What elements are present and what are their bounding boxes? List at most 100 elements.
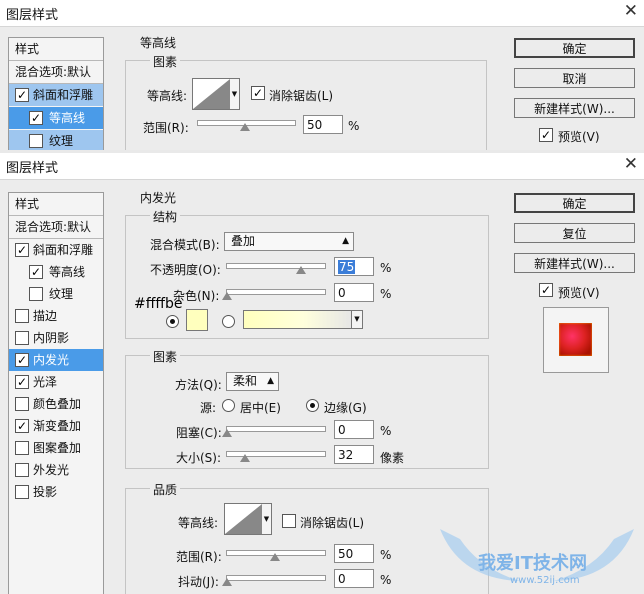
texture-item[interactable]: 纹理	[9, 283, 103, 305]
color-overlay-checkbox[interactable]	[15, 397, 29, 411]
satin-item[interactable]: ✓ 光泽	[9, 371, 103, 393]
contour-item[interactable]: ✓ 等高线	[9, 261, 103, 283]
pattern-overlay-checkbox[interactable]	[15, 441, 29, 455]
source-label: 源:	[200, 401, 217, 415]
contour-checkbox[interactable]: ✓	[29, 265, 43, 279]
preview-checkbox[interactable]: ✓	[539, 128, 553, 142]
solid-color-radio[interactable]	[166, 315, 179, 328]
size-unit: 像素	[380, 451, 405, 465]
jitter-percent: %	[380, 573, 392, 587]
jitter-label: 抖动(J):	[178, 575, 219, 589]
choke-input[interactable]: 0	[334, 420, 374, 439]
close-icon[interactable]: ✕	[624, 154, 638, 174]
source-edge-label: 边缘(G)	[324, 401, 367, 415]
stroke-checkbox[interactable]	[15, 309, 29, 323]
choke-percent: %	[380, 424, 392, 438]
styles-header[interactable]: 样式	[9, 193, 109, 215]
structure-title: 结构	[150, 208, 181, 225]
updown-arrows-icon: ▲	[342, 236, 349, 246]
bevel-emboss-item[interactable]: ✓ 斜面和浮雕	[9, 239, 103, 261]
inner-shadow-item[interactable]: 内阴影	[9, 327, 103, 349]
noise-slider[interactable]	[226, 289, 326, 295]
contour-dropdown-icon[interactable]: ▼	[230, 78, 240, 110]
preview-checkbox[interactable]: ✓	[539, 283, 553, 297]
drop-shadow-checkbox[interactable]	[15, 485, 29, 499]
opacity-slider[interactable]	[226, 263, 326, 269]
gradient-dropdown-icon[interactable]: ▼	[351, 310, 363, 329]
gradient-overlay-item[interactable]: ✓ 渐变叠加	[9, 415, 103, 437]
styles-header[interactable]: 样式	[9, 38, 109, 60]
texture-item[interactable]: 纹理	[9, 130, 103, 150]
contour-item[interactable]: ✓ 等高线	[9, 107, 103, 129]
inner-glow-item[interactable]: ✓ 内发光	[9, 349, 103, 371]
glow-color-swatch[interactable]	[186, 309, 208, 331]
watermark-text: 我爱IT技术网	[478, 553, 587, 574]
preview-label: 预览(V)	[558, 130, 600, 144]
antialias-label: 消除锯齿(L)	[269, 89, 334, 103]
drop-shadow-item[interactable]: 投影	[9, 481, 103, 503]
quality-antialias-checkbox[interactable]	[282, 514, 296, 528]
section-title: 等高线	[140, 36, 177, 50]
quality-contour-picker[interactable]	[224, 503, 263, 535]
satin-checkbox[interactable]: ✓	[15, 375, 29, 389]
gradient-swatch[interactable]	[243, 310, 353, 329]
noise-slider-handle[interactable]	[222, 292, 232, 300]
noise-percent: %	[380, 287, 392, 301]
inner-glow-checkbox[interactable]: ✓	[15, 353, 29, 367]
texture-checkbox[interactable]	[29, 287, 43, 301]
noise-input[interactable]: 0	[334, 283, 374, 302]
bottom-dialog: 图层样式 ✕ 样式 混合选项:默认 ✓ 斜面和浮雕 ✓ 等高线 纹理 描边 内阴…	[0, 153, 644, 594]
opacity-slider-handle[interactable]	[296, 266, 306, 274]
contour-picker[interactable]	[192, 78, 231, 110]
source-edge-radio[interactable]	[306, 399, 319, 412]
new-style-button[interactable]: 新建样式(W)...	[514, 98, 635, 118]
inner-shadow-checkbox[interactable]	[15, 331, 29, 345]
technique-select[interactable]: 柔和 ▲	[226, 372, 279, 391]
gradient-radio[interactable]	[222, 315, 235, 328]
size-input[interactable]: 32	[334, 445, 374, 464]
dialog-title: 图层样式	[6, 161, 59, 176]
jitter-input[interactable]: 0	[334, 569, 374, 588]
size-label: 大小(S):	[176, 451, 222, 465]
opacity-input[interactable]: 75	[334, 257, 374, 276]
bevel-emboss-item[interactable]: ✓ 斜面和浮雕	[9, 84, 103, 106]
stroke-item[interactable]: 描边	[9, 305, 103, 327]
range-input[interactable]: 50	[303, 115, 343, 134]
close-icon[interactable]: ✕	[624, 1, 638, 21]
pattern-overlay-item[interactable]: 图案叠加	[9, 437, 103, 459]
quality-range-input[interactable]: 50	[334, 544, 374, 563]
jitter-slider-handle[interactable]	[222, 578, 232, 586]
texture-checkbox[interactable]	[29, 134, 43, 148]
bevel-emboss-checkbox[interactable]: ✓	[15, 243, 29, 257]
choke-slider[interactable]	[226, 426, 326, 432]
blending-options-item[interactable]: 混合选项:默认	[9, 61, 109, 83]
blend-mode-select[interactable]: 叠加 ▲	[224, 232, 354, 251]
ok-button[interactable]: 确定	[514, 38, 635, 58]
title-bar[interactable]: 图层样式 ✕	[0, 0, 644, 27]
cancel-button[interactable]: 取消	[514, 68, 635, 88]
choke-slider-handle[interactable]	[222, 429, 232, 437]
updown-arrows-icon: ▲	[267, 376, 274, 386]
contour-dropdown-icon[interactable]: ▼	[262, 503, 272, 535]
new-style-button[interactable]: 新建样式(W)...	[514, 253, 635, 273]
outer-glow-item[interactable]: 外发光	[9, 459, 103, 481]
antialias-checkbox[interactable]: ✓	[251, 86, 265, 100]
gradient-overlay-checkbox[interactable]: ✓	[15, 419, 29, 433]
contour-checkbox[interactable]: ✓	[29, 111, 43, 125]
quality-range-slider-handle[interactable]	[270, 553, 280, 561]
quality-contour-label: 等高线:	[178, 516, 219, 530]
ok-button[interactable]: 确定	[514, 193, 635, 213]
range-slider-handle[interactable]	[240, 123, 250, 131]
size-slider-handle[interactable]	[240, 454, 250, 462]
title-bar[interactable]: 图层样式 ✕	[0, 153, 644, 180]
source-center-radio[interactable]	[222, 399, 235, 412]
outer-glow-checkbox[interactable]	[15, 463, 29, 477]
jitter-slider[interactable]	[226, 575, 326, 581]
reset-button[interactable]: 复位	[514, 223, 635, 243]
preview-swatch	[559, 323, 592, 356]
bevel-emboss-checkbox[interactable]: ✓	[15, 88, 29, 102]
quality-antialias-label: 消除锯齿(L)	[300, 516, 365, 530]
blending-options-item[interactable]: 混合选项:默认	[9, 216, 109, 238]
color-overlay-item[interactable]: 颜色叠加	[9, 393, 103, 415]
group-title: 图素	[150, 53, 181, 70]
